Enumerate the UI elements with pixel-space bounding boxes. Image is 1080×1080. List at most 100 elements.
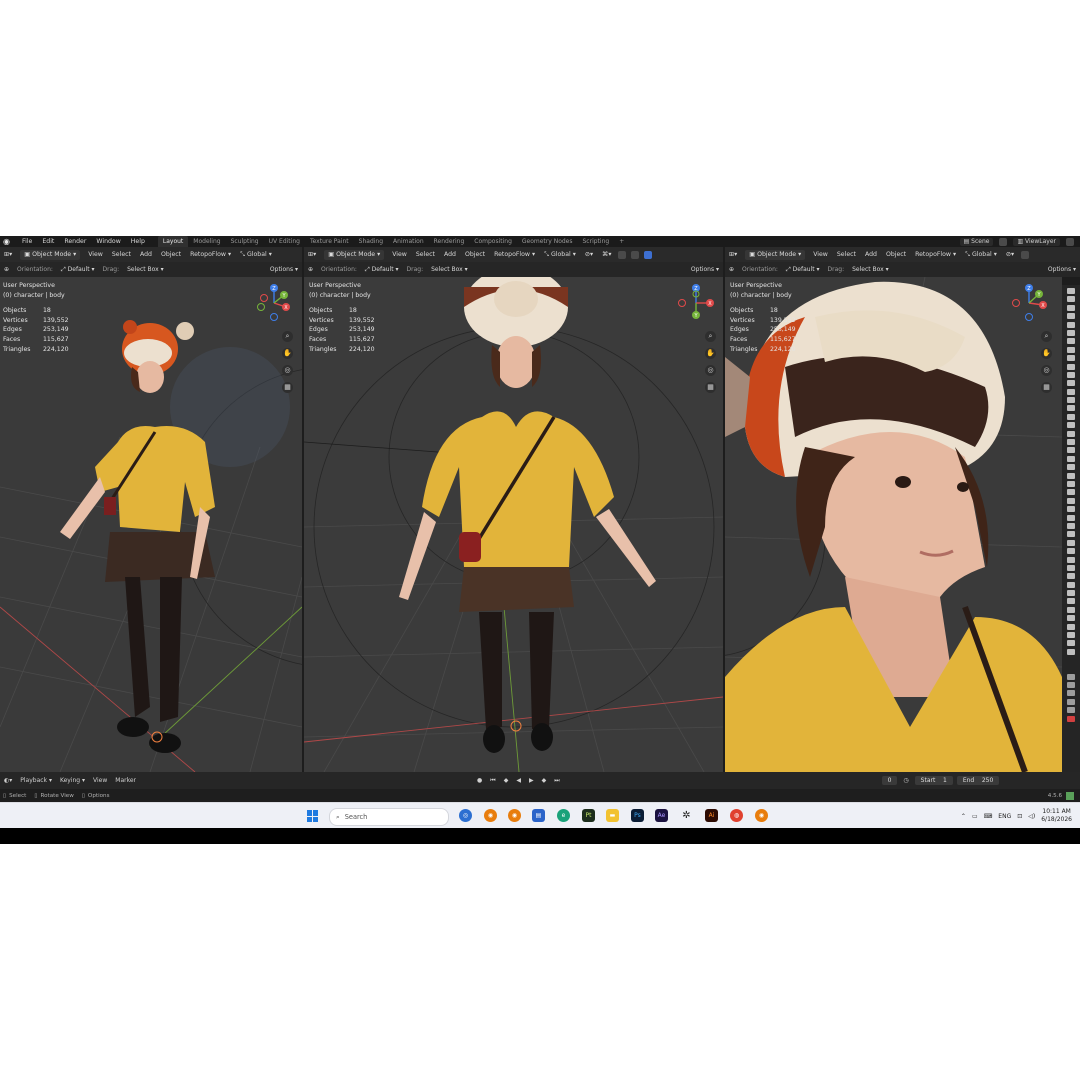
menu-add[interactable]: Add [136, 247, 156, 262]
camera-tab-icon[interactable] [1067, 623, 1075, 630]
mode-selector[interactable]: ▣ Object Mode ▾ [324, 249, 385, 260]
menu-help[interactable]: Help [126, 236, 150, 247]
new-view-layer-icon[interactable] [1066, 237, 1074, 246]
editor-type-icon[interactable]: ⊞▾ [304, 247, 320, 262]
camera-tab-icon[interactable] [1067, 489, 1075, 496]
file-explorer-icon[interactable]: ▬ [606, 809, 619, 822]
end-frame-field[interactable]: End 250 [956, 776, 1000, 785]
add-workspace-button[interactable]: + [614, 236, 629, 247]
tab-sculpting[interactable]: Sculpting [226, 236, 264, 247]
camera-tab-icon[interactable] [1067, 640, 1075, 647]
menu-object[interactable]: Object [461, 247, 489, 262]
camera-tab-icon[interactable] [1067, 632, 1075, 639]
camera-tab-icon[interactable] [1067, 455, 1075, 462]
drag-selector[interactable]: Select Box ▾ [427, 262, 472, 277]
after-effects-icon[interactable]: Ae [655, 809, 668, 822]
tab-texture-paint[interactable]: Texture Paint [305, 236, 354, 247]
play-reverse-icon[interactable]: ◀ [512, 777, 525, 784]
jump-start-icon[interactable]: ⏮ [486, 777, 499, 785]
camera-tab-icon[interactable] [1067, 590, 1075, 597]
tab-rendering[interactable]: Rendering [429, 236, 470, 247]
camera-tab-icon[interactable] [1067, 480, 1075, 487]
camera-tab-icon[interactable] [1067, 556, 1075, 563]
snap-icon[interactable]: ⌘▾ [598, 247, 615, 262]
camera-tab-icon[interactable] [1067, 346, 1075, 353]
tab-geometry-nodes[interactable]: Geometry Nodes [517, 236, 578, 247]
tab-compositing[interactable]: Compositing [469, 236, 517, 247]
blender-logo-icon[interactable]: ◉ [3, 237, 13, 246]
transform-space-selector[interactable]: ⤡ Global ▾ [236, 247, 276, 262]
windows-start-icon[interactable] [307, 810, 319, 822]
menu-timeline-view[interactable]: View [89, 777, 111, 784]
scene-selector[interactable]: ▤ Scene [959, 237, 994, 246]
volume-icon[interactable]: ◁) [1028, 813, 1035, 820]
tool-icon[interactable]: ⊕ [0, 262, 13, 277]
menu-object[interactable]: Object [882, 247, 910, 262]
camera-tab-icon[interactable] [1067, 514, 1075, 521]
clock[interactable]: 10:11 AM 6/18/2026 [1041, 808, 1072, 824]
menu-file[interactable]: File [17, 236, 37, 247]
camera-tab-icon[interactable] [1067, 522, 1075, 529]
menu-view[interactable]: View [809, 247, 832, 262]
camera-tab-icon[interactable] [1067, 581, 1075, 588]
camera-tab-icon[interactable] [1067, 598, 1075, 605]
output-tab-icon[interactable] [1067, 690, 1075, 697]
zoom-icon[interactable]: ⌕ [282, 331, 293, 342]
camera-tab-icon[interactable] [1067, 531, 1075, 538]
camera-tab-icon[interactable] [1067, 439, 1075, 446]
camera-tab-icon[interactable] [1067, 464, 1075, 471]
camera-view-icon[interactable]: ◎ [1041, 365, 1052, 376]
next-keyframe-icon[interactable]: ◆ [538, 777, 551, 784]
pan-hand-icon[interactable]: ✋ [282, 348, 293, 359]
network-icon[interactable]: ⊡ [1017, 813, 1022, 820]
drag-selector[interactable]: Select Box ▾ [123, 262, 168, 277]
tab-animation[interactable]: Animation [388, 236, 429, 247]
tab-shading[interactable]: Shading [354, 236, 388, 247]
tool-icon[interactable]: ⊕ [725, 262, 738, 277]
menu-select[interactable]: Select [108, 247, 135, 262]
overlay-icon[interactable] [1021, 250, 1030, 259]
prev-keyframe-icon[interactable]: ◆ [500, 777, 513, 784]
camera-tab-icon[interactable] [1067, 573, 1075, 580]
perspective-toggle-icon[interactable]: ▦ [1041, 382, 1052, 393]
tab-uv-editing[interactable]: UV Editing [264, 236, 305, 247]
zoom-icon[interactable]: ⌕ [705, 331, 716, 342]
tab-scripting[interactable]: Scripting [578, 236, 615, 247]
menu-render[interactable]: Render [59, 236, 91, 247]
proportional-edit-icon[interactable] [618, 250, 627, 259]
orientation-selector[interactable]: ⤢ Default ▾ [782, 262, 824, 277]
object-tab-icon[interactable] [1067, 715, 1075, 722]
blender-active-icon[interactable]: ◉ [755, 809, 768, 822]
new-scene-icon[interactable] [999, 237, 1008, 246]
menu-edit[interactable]: Edit [37, 236, 59, 247]
tool-tab-icon[interactable] [1067, 673, 1075, 680]
menu-view[interactable]: View [388, 247, 411, 262]
camera-tab-icon[interactable] [1067, 497, 1075, 504]
menu-select[interactable]: Select [412, 247, 439, 262]
menu-keying[interactable]: Keying ▾ [56, 777, 89, 784]
camera-tab-icon[interactable] [1067, 380, 1075, 387]
camera-tab-icon[interactable] [1067, 363, 1075, 370]
world-tab-icon[interactable] [1067, 707, 1075, 714]
keyboard-icon[interactable]: ⌨ [984, 813, 993, 820]
timeline-editor-icon[interactable]: ◐▾ [0, 777, 16, 784]
camera-tab-icon[interactable] [1067, 288, 1075, 294]
drag-selector[interactable]: Select Box ▾ [848, 262, 893, 277]
camera-tab-icon[interactable] [1067, 405, 1075, 412]
blender-icon[interactable]: ◉ [508, 809, 521, 822]
retopoflow-menu[interactable]: RetopoFlow ▾ [186, 247, 235, 262]
chrome-icon[interactable]: ◍ [730, 809, 743, 822]
camera-tab-icon[interactable] [1067, 422, 1075, 429]
retopoflow-menu[interactable]: RetopoFlow ▾ [911, 247, 960, 262]
camera-tab-icon[interactable] [1067, 313, 1075, 320]
illustrator-icon[interactable]: Ai [705, 809, 718, 822]
current-frame-field[interactable]: 0 [881, 776, 898, 785]
navigation-gizmo[interactable]: Z X Y [676, 281, 716, 321]
scene-tab-icon[interactable] [1067, 698, 1075, 705]
camera-tab-icon[interactable] [1067, 296, 1075, 303]
blender-icon[interactable]: ◉ [484, 809, 497, 822]
navigation-gizmo[interactable]: Z X Y [254, 281, 294, 321]
camera-view-icon[interactable]: ◎ [282, 365, 293, 376]
viewport-scene[interactable]: User Perspective (0) character | body Ob… [0, 277, 302, 772]
options-menu[interactable]: Options ▾ [687, 262, 723, 277]
